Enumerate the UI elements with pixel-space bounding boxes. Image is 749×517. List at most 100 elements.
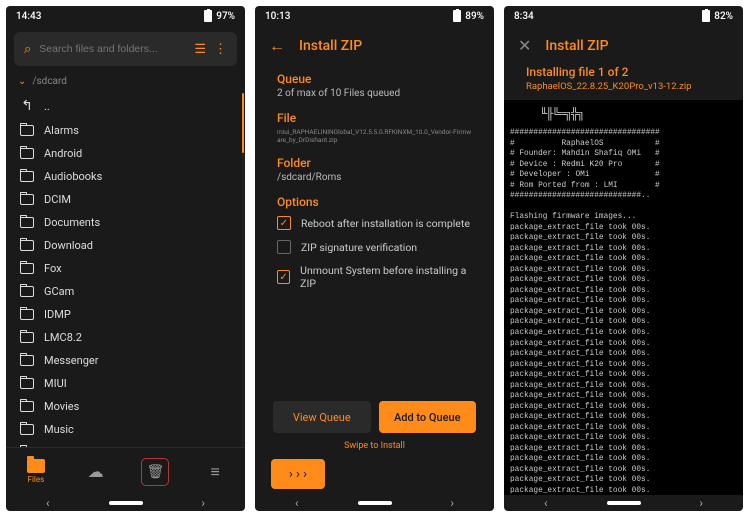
folder-icon — [20, 125, 34, 136]
folder-icon — [20, 148, 34, 159]
list-item[interactable]: Documents — [6, 211, 245, 234]
list-item[interactable]: Android — [6, 142, 245, 165]
header: ← Install ZIP — [255, 26, 494, 66]
bottom-nav: Files ☁ 🗑 ≡ — [6, 447, 245, 495]
system-nav: ‹ › — [255, 495, 494, 511]
nav-menu[interactable]: ≡ — [195, 462, 235, 482]
search-bar[interactable]: ⌕ ☰ ⋮ — [14, 32, 237, 66]
option-reboot[interactable]: ✓ Reboot after installation is complete — [277, 211, 472, 235]
swipe-handle[interactable]: › › › — [271, 459, 325, 489]
folder-icon — [20, 355, 34, 366]
list-item[interactable]: Messenger — [6, 349, 245, 372]
list-item[interactable]: Movies — [6, 395, 245, 418]
folder-icon — [20, 240, 34, 251]
file-list[interactable]: ↰ .. Alarms Android Audiobooks DCIMDocument… — [6, 93, 245, 447]
nav-back-icon[interactable]: ‹ — [46, 496, 50, 510]
option-unmount[interactable]: ✓ Unmount System before installing a ZIP — [277, 259, 472, 295]
list-item[interactable]: Alarms — [6, 119, 245, 142]
up-label: .. — [44, 100, 50, 113]
nav-files-label: Files — [28, 475, 45, 484]
status-bar: 10:13 89% — [255, 6, 494, 26]
list-item[interactable]: Music — [6, 418, 245, 441]
folder-icon — [20, 263, 34, 274]
nav-files[interactable]: Files — [16, 459, 56, 484]
more-icon[interactable]: ⋮ — [214, 42, 227, 57]
checkbox-unmount[interactable]: ✓ — [277, 270, 290, 284]
options-section: Options ✓ Reboot after installation is c… — [255, 189, 494, 301]
list-item[interactable]: LMC8.2 — [6, 326, 245, 349]
checkbox-sigverify[interactable]: ✓ — [277, 240, 291, 254]
path-row[interactable]: ⌄ /sdcard — [6, 72, 245, 93]
swipe-bar[interactable]: › › › — [271, 459, 478, 489]
file-section: File miui_RAPHAELININGlobal_V12.5.5.0.RF… — [255, 105, 494, 150]
folder-icon — [20, 194, 34, 205]
list-item[interactable]: Audiobooks — [6, 165, 245, 188]
folder-name: Movies — [44, 400, 79, 413]
install-title: Installing file 1 of 2 — [526, 65, 721, 79]
search-input[interactable] — [39, 43, 186, 55]
option-sigverify-label: ZIP signature verification — [301, 241, 417, 254]
search-icon: ⌕ — [24, 42, 31, 57]
file-label: File — [277, 111, 472, 125]
folder-icon — [20, 424, 34, 435]
nav-home-pill[interactable] — [607, 501, 641, 505]
nav-recent-icon[interactable]: › — [450, 496, 454, 510]
swipe-label: Swipe to Install — [255, 437, 494, 455]
queue-title: Queue — [277, 72, 472, 86]
page-title: Install ZIP — [299, 38, 362, 54]
list-item[interactable]: Fox — [6, 257, 245, 280]
current-path: /sdcard — [32, 76, 67, 87]
battery-percent: 97% — [216, 11, 235, 22]
list-item-up[interactable]: ↰ .. — [6, 93, 245, 119]
options-label: Options — [277, 195, 472, 209]
folder-section[interactable]: Folder /sdcard/Roms — [255, 150, 494, 189]
nav-home-pill[interactable] — [109, 501, 143, 505]
folder-name: IDMP — [44, 308, 71, 321]
install-log[interactable]: ╙╟╚═╗╬╗################################ … — [504, 100, 743, 495]
up-arrow-icon: ↰ — [20, 98, 34, 114]
option-reboot-label: Reboot after installation is complete — [301, 217, 470, 230]
folder-name: Fox — [44, 262, 62, 275]
back-arrow-icon[interactable]: ← — [269, 36, 285, 56]
nav-home-pill[interactable] — [358, 501, 392, 505]
folder-icon — [20, 286, 34, 297]
nav-trash[interactable]: 🗑 — [135, 458, 175, 486]
queue-section: Queue 2 of max of 10 Files queued — [255, 66, 494, 105]
close-icon[interactable]: ✕ — [518, 36, 531, 55]
view-queue-button[interactable]: View Queue — [273, 401, 371, 433]
list-item[interactable]: Download — [6, 234, 245, 257]
clock: 8:34 — [514, 11, 534, 22]
folder-name: Notifications — [44, 446, 107, 447]
filter-icon[interactable]: ☰ — [194, 42, 206, 57]
checkbox-reboot[interactable]: ✓ — [277, 216, 291, 230]
nav-recent-icon[interactable]: › — [201, 496, 205, 510]
folder-name: Audiobooks — [44, 170, 102, 183]
system-nav: ‹ › — [6, 495, 245, 511]
install-progress-header: Installing file 1 of 2 RaphaelOS_22.8.25… — [504, 65, 743, 100]
nav-back-icon[interactable]: ‹ — [295, 496, 299, 510]
scrollbar-thumb[interactable] — [242, 93, 244, 153]
nav-cloud[interactable]: ☁ — [76, 462, 116, 481]
page-title: Install ZIP — [545, 38, 608, 54]
folder-filled-icon — [27, 459, 45, 473]
chevron-down-icon: ⌄ — [18, 76, 26, 87]
list-item[interactable]: IDMP — [6, 303, 245, 326]
nav-back-icon[interactable]: ‹ — [544, 496, 548, 510]
folder-icon — [20, 171, 34, 182]
list-item[interactable]: Notifications — [6, 441, 245, 447]
folder-icon — [20, 309, 34, 320]
add-to-queue-button[interactable]: Add to Queue — [379, 401, 477, 433]
folder-name: Alarms — [44, 124, 79, 137]
nav-recent-icon[interactable]: › — [699, 496, 703, 510]
folder-name: GCam — [44, 285, 74, 298]
trash-icon: 🗑 — [141, 458, 169, 486]
folder-value: /sdcard/Roms — [277, 172, 472, 183]
list-item[interactable]: GCam — [6, 280, 245, 303]
battery-percent: 89% — [465, 11, 484, 22]
cloud-icon: ☁ — [88, 462, 104, 481]
list-item[interactable]: DCIM — [6, 188, 245, 211]
list-item[interactable]: MIUI — [6, 372, 245, 395]
battery-icon — [702, 10, 710, 22]
option-sigverify[interactable]: ✓ ZIP signature verification — [277, 235, 472, 259]
clock: 14:43 — [16, 11, 41, 22]
